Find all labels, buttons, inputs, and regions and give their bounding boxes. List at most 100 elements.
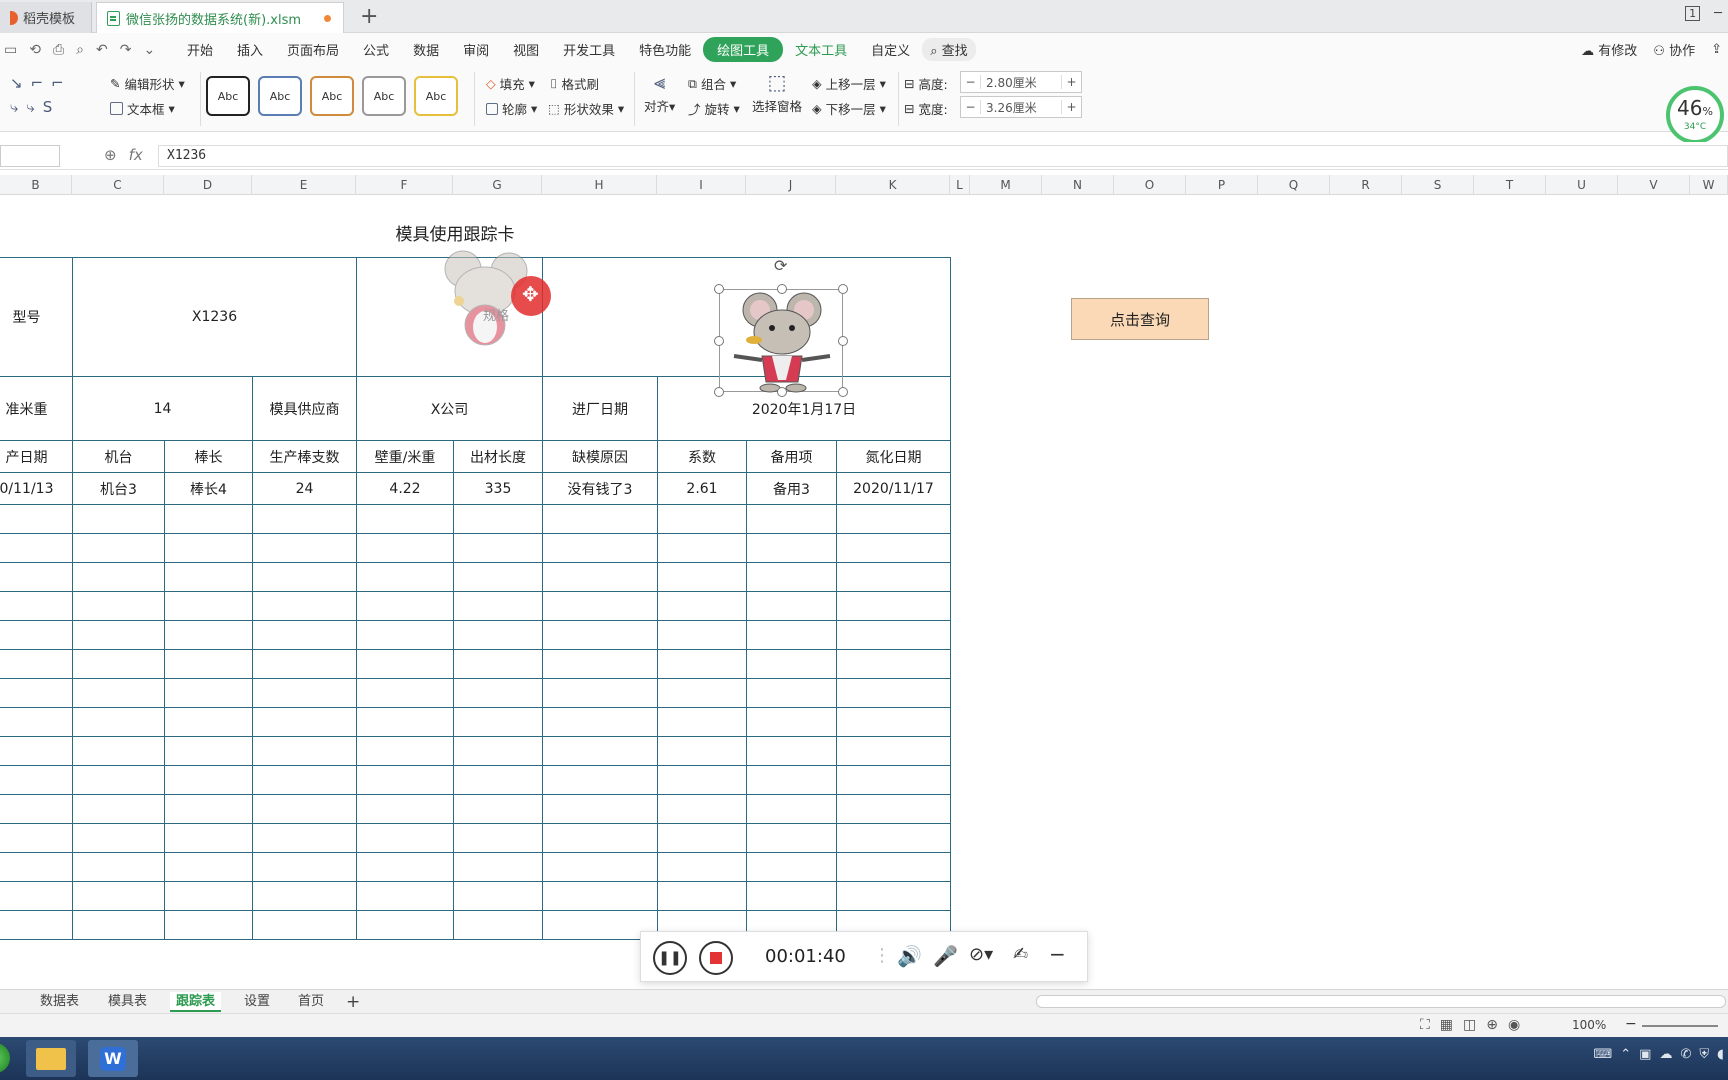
file-explorer-icon[interactable] <box>26 1040 76 1077</box>
empty-cell[interactable] <box>0 794 73 824</box>
empty-cell[interactable] <box>356 678 454 708</box>
name-box[interactable] <box>0 145 60 167</box>
wechat-icon[interactable]: ✆ <box>1680 1047 1691 1062</box>
col-header[interactable]: P <box>1186 175 1258 195</box>
empty-cell[interactable] <box>0 823 73 853</box>
search-button[interactable]: ⌕ 查找 <box>922 38 976 61</box>
lines-gallery[interactable]: ↘⌐⌐ ⤷⤷S <box>4 70 94 128</box>
data-cell[interactable]: 2020/11/17 <box>836 472 951 505</box>
meter-weight-value-cell[interactable]: 14 <box>72 376 253 441</box>
header-cell[interactable]: 棒长 <box>164 440 253 473</box>
resize-handle[interactable] <box>714 284 724 294</box>
print-preview-icon[interactable]: ⌕ <box>76 42 84 58</box>
send-backward-button[interactable]: ◈ 下移一层 ▾ <box>812 99 886 118</box>
col-header[interactable]: R <box>1330 175 1402 195</box>
empty-cell[interactable] <box>164 794 253 824</box>
empty-cell[interactable] <box>542 736 658 766</box>
empty-cell[interactable] <box>0 910 73 940</box>
col-header[interactable]: K <box>836 175 950 195</box>
start-icon[interactable] <box>0 1043 10 1073</box>
menu-insert[interactable]: 插入 <box>225 40 275 59</box>
empty-cell[interactable] <box>542 649 658 679</box>
outline-button[interactable]: 轮廓 ▾ <box>486 99 537 118</box>
empty-cell[interactable] <box>657 533 747 563</box>
empty-cell[interactable] <box>252 794 357 824</box>
menu-custom[interactable]: 自定义 <box>859 40 922 59</box>
empty-cell[interactable] <box>836 533 951 563</box>
empty-cell[interactable] <box>836 649 951 679</box>
resize-handle[interactable] <box>777 387 787 397</box>
shape-style-2[interactable]: Abc <box>258 76 302 116</box>
col-header[interactable]: M <box>970 175 1042 195</box>
menu-features[interactable]: 特色功能 <box>627 40 703 59</box>
menu-developer[interactable]: 开发工具 <box>551 40 627 59</box>
empty-cell[interactable] <box>542 823 658 853</box>
col-header[interactable]: U <box>1546 175 1618 195</box>
wps-icon[interactable]: W <box>88 1040 138 1077</box>
empty-cell[interactable] <box>657 591 747 621</box>
menu-view[interactable]: 视图 <box>501 40 551 59</box>
empty-cell[interactable] <box>746 881 837 911</box>
meter-weight-label-cell[interactable]: 准米重 <box>0 376 73 441</box>
empty-cell[interactable] <box>836 794 951 824</box>
empty-cell[interactable] <box>746 736 837 766</box>
empty-cell[interactable] <box>0 736 73 766</box>
empty-cell[interactable] <box>164 823 253 853</box>
width-increase-button[interactable]: + <box>1061 100 1081 114</box>
empty-cell[interactable] <box>72 823 165 853</box>
empty-cell[interactable] <box>252 678 357 708</box>
bring-forward-button[interactable]: ◈ 上移一层 ▾ <box>812 74 886 93</box>
pause-button[interactable]: ❚❚ <box>653 941 687 975</box>
empty-cell[interactable] <box>657 765 747 795</box>
microphone-icon[interactable]: 🎤 <box>933 944 958 968</box>
textbox-button[interactable]: 文本框 ▾ <box>110 99 175 118</box>
col-header[interactable]: Q <box>1258 175 1330 195</box>
empty-cell[interactable] <box>356 736 454 766</box>
empty-cell[interactable] <box>453 852 543 882</box>
empty-cell[interactable] <box>72 910 165 940</box>
empty-cell[interactable] <box>164 707 253 737</box>
empty-cell[interactable] <box>252 562 357 592</box>
share-icon[interactable]: ⇪ <box>1711 42 1722 57</box>
horizontal-scrollbar[interactable] <box>1036 995 1726 1008</box>
empty-cell[interactable] <box>542 852 658 882</box>
empty-cell[interactable] <box>746 562 837 592</box>
empty-cell[interactable] <box>164 881 253 911</box>
empty-cell[interactable] <box>72 649 165 679</box>
height-increase-button[interactable]: + <box>1061 75 1081 89</box>
minimize-icon[interactable]: ─ <box>1714 6 1722 21</box>
security-icon[interactable]: ⛨ <box>1699 1047 1709 1062</box>
network-icon[interactable]: ▣ <box>1639 1047 1651 1062</box>
zoom-icon[interactable]: ⊕ <box>104 146 117 164</box>
group-button[interactable]: ⧉ 组合 ▾ <box>688 74 736 93</box>
empty-cell[interactable] <box>252 910 357 940</box>
data-cell[interactable]: 4.22 <box>356 472 454 505</box>
col-header[interactable]: V <box>1618 175 1690 195</box>
pen-icon[interactable]: ✍ <box>1013 944 1028 965</box>
resize-handle[interactable] <box>777 284 787 294</box>
empty-cell[interactable] <box>72 736 165 766</box>
empty-cell[interactable] <box>356 620 454 650</box>
empty-cell[interactable] <box>72 620 165 650</box>
sheet-tab[interactable]: 首页 <box>292 992 330 1012</box>
empty-cell[interactable] <box>252 707 357 737</box>
empty-cell[interactable] <box>0 533 73 563</box>
menu-drawing-tools[interactable]: 绘图工具 <box>703 37 784 62</box>
empty-cell[interactable] <box>72 794 165 824</box>
sheet-tab[interactable]: 数据表 <box>34 992 85 1012</box>
col-header[interactable]: S <box>1402 175 1474 195</box>
header-cell[interactable]: 氮化日期 <box>836 440 951 473</box>
empty-cell[interactable] <box>164 620 253 650</box>
empty-cell[interactable] <box>0 591 73 621</box>
mouse-picture-selected[interactable]: ⟳ <box>714 256 848 397</box>
width-field[interactable]: − 3.26厘米 + <box>960 96 1082 118</box>
modified-button[interactable]: ☁ 有修改 <box>1581 40 1637 59</box>
empty-cell[interactable] <box>542 765 658 795</box>
empty-cell[interactable] <box>252 504 357 534</box>
header-cell[interactable]: 缺模原因 <box>542 440 658 473</box>
empty-cell[interactable] <box>657 678 747 708</box>
empty-cell[interactable] <box>657 504 747 534</box>
curve-shapes-icon[interactable]: ⤷⤷S <box>10 98 60 116</box>
col-header[interactable]: F <box>356 175 453 195</box>
minimize-recorder-icon[interactable]: − <box>1049 942 1066 966</box>
